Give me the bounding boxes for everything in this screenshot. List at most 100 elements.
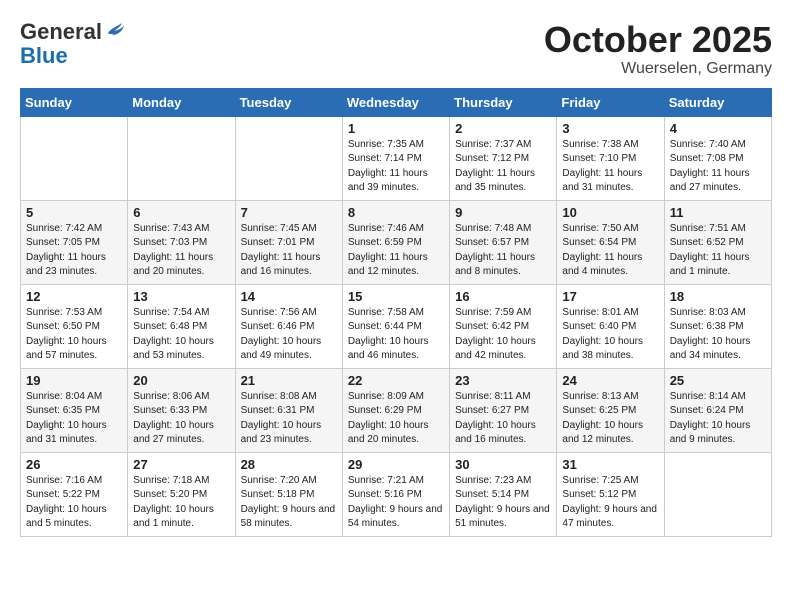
calendar-cell: 11Sunrise: 7:51 AM Sunset: 6:52 PM Dayli…	[664, 200, 771, 284]
day-number: 8	[348, 205, 444, 220]
day-number: 3	[562, 121, 658, 136]
day-info: Sunrise: 8:03 AM Sunset: 6:38 PM Dayligh…	[670, 306, 766, 364]
calendar-cell: 14Sunrise: 7:56 AM Sunset: 6:46 PM Dayli…	[235, 284, 342, 368]
day-info: Sunrise: 7:38 AM Sunset: 7:10 PM Dayligh…	[562, 138, 658, 196]
calendar-cell: 29Sunrise: 7:21 AM Sunset: 5:16 PM Dayli…	[342, 452, 449, 536]
calendar-cell: 30 Sunrise: 7:23 AM Sunset: 5:14 PM Dayli…	[450, 452, 557, 536]
calendar-week-row: 5 Sunrise: 7:42 AM Sunset: 7:05 PM Daylig…	[21, 200, 772, 284]
day-info: Sunrise: 7:54 AM Sunset: 6:48 PM Dayligh…	[133, 306, 229, 364]
calendar-week-row: 1 Sunrise: 7:35 AM Sunset: 7:14 PM Daylig…	[21, 116, 772, 200]
calendar-cell: 7Sunrise: 7:45 AM Sunset: 7:01 PM Daylig…	[235, 200, 342, 284]
day-number: 18	[670, 289, 766, 304]
day-info: Sunrise: 8:06 AM Sunset: 6:33 PM Dayligh…	[133, 390, 229, 448]
day-number: 4	[670, 121, 766, 136]
day-info: Sunrise: 7:16 AM Sunset: 5:22 PM Dayligh…	[26, 474, 122, 532]
day-info: Sunrise: 8:01 AM Sunset: 6:40 PM Dayligh…	[562, 306, 658, 364]
calendar-cell: 24 Sunrise: 8:13 AM Sunset: 6:25 PM Dayli…	[557, 368, 664, 452]
calendar-cell: 10Sunrise: 7:50 AM Sunset: 6:54 PM Dayli…	[557, 200, 664, 284]
calendar-cell: 27Sunrise: 7:18 AM Sunset: 5:20 PM Dayli…	[128, 452, 235, 536]
day-number: 9	[455, 205, 551, 220]
calendar-cell: 15 Sunrise: 7:58 AM Sunset: 6:44 PM Dayli…	[342, 284, 449, 368]
day-number: 21	[241, 373, 337, 388]
calendar-cell: 20 Sunrise: 8:06 AM Sunset: 6:33 PM Dayli…	[128, 368, 235, 452]
title-block: October 2025 Wuerselen, Germany	[544, 20, 772, 78]
calendar-week-row: 19Sunrise: 8:04 AM Sunset: 6:35 PM Dayli…	[21, 368, 772, 452]
day-info: Sunrise: 8:13 AM Sunset: 6:25 PM Dayligh…	[562, 390, 658, 448]
calendar-cell: 18 Sunrise: 8:03 AM Sunset: 6:38 PM Dayli…	[664, 284, 771, 368]
day-info: Sunrise: 7:40 AM Sunset: 7:08 PM Dayligh…	[670, 138, 766, 196]
day-info: Sunrise: 7:46 AM Sunset: 6:59 PM Dayligh…	[348, 222, 444, 280]
calendar-cell: 9 Sunrise: 7:48 AM Sunset: 6:57 PM Daylig…	[450, 200, 557, 284]
day-info: Sunrise: 7:45 AM Sunset: 7:01 PM Dayligh…	[241, 222, 337, 280]
day-info: Sunrise: 8:14 AM Sunset: 6:24 PM Dayligh…	[670, 390, 766, 448]
day-number: 2	[455, 121, 551, 136]
logo-bird-icon	[104, 19, 126, 41]
day-info: Sunrise: 7:35 AM Sunset: 7:14 PM Dayligh…	[348, 138, 444, 196]
day-info: Sunrise: 7:20 AM Sunset: 5:18 PM Dayligh…	[241, 474, 337, 532]
day-number: 23	[455, 373, 551, 388]
day-info: Sunrise: 7:21 AM Sunset: 5:16 PM Dayligh…	[348, 474, 444, 532]
day-info: Sunrise: 8:11 AM Sunset: 6:27 PM Dayligh…	[455, 390, 551, 448]
day-info: Sunrise: 7:37 AM Sunset: 7:12 PM Dayligh…	[455, 138, 551, 196]
day-number: 25	[670, 373, 766, 388]
day-header-tuesday: Tuesday	[235, 88, 342, 116]
calendar-week-row: 26Sunrise: 7:16 AM Sunset: 5:22 PM Dayli…	[21, 452, 772, 536]
day-info: Sunrise: 7:23 AM Sunset: 5:14 PM Dayligh…	[455, 474, 551, 532]
calendar-cell	[128, 116, 235, 200]
location: Wuerselen, Germany	[544, 60, 772, 78]
calendar-week-row: 12Sunrise: 7:53 AM Sunset: 6:50 PM Dayli…	[21, 284, 772, 368]
day-info: Sunrise: 8:08 AM Sunset: 6:31 PM Dayligh…	[241, 390, 337, 448]
day-info: Sunrise: 7:42 AM Sunset: 7:05 PM Dayligh…	[26, 222, 122, 280]
calendar-cell: 23 Sunrise: 8:11 AM Sunset: 6:27 PM Dayli…	[450, 368, 557, 452]
calendar-cell: 31Sunrise: 7:25 AM Sunset: 5:12 PM Dayli…	[557, 452, 664, 536]
calendar-cell: 25 Sunrise: 8:14 AM Sunset: 6:24 PM Dayli…	[664, 368, 771, 452]
day-info: Sunrise: 7:48 AM Sunset: 6:57 PM Dayligh…	[455, 222, 551, 280]
day-number: 5	[26, 205, 122, 220]
day-header-sunday: Sunday	[21, 88, 128, 116]
day-info: Sunrise: 7:56 AM Sunset: 6:46 PM Dayligh…	[241, 306, 337, 364]
day-info: Sunrise: 7:25 AM Sunset: 5:12 PM Dayligh…	[562, 474, 658, 532]
day-number: 6	[133, 205, 229, 220]
calendar-cell: 12Sunrise: 7:53 AM Sunset: 6:50 PM Dayli…	[21, 284, 128, 368]
day-header-thursday: Thursday	[450, 88, 557, 116]
day-number: 20	[133, 373, 229, 388]
day-number: 11	[670, 205, 766, 220]
calendar-header-row: SundayMondayTuesdayWednesdayThursdayFrid…	[21, 88, 772, 116]
day-info: Sunrise: 8:04 AM Sunset: 6:35 PM Dayligh…	[26, 390, 122, 448]
day-header-saturday: Saturday	[664, 88, 771, 116]
day-info: Sunrise: 7:53 AM Sunset: 6:50 PM Dayligh…	[26, 306, 122, 364]
day-number: 1	[348, 121, 444, 136]
day-number: 16	[455, 289, 551, 304]
calendar-cell: 6 Sunrise: 7:43 AM Sunset: 7:03 PM Daylig…	[128, 200, 235, 284]
day-number: 22	[348, 373, 444, 388]
calendar-cell: 5 Sunrise: 7:42 AM Sunset: 7:05 PM Daylig…	[21, 200, 128, 284]
logo-general: General	[20, 20, 102, 44]
day-number: 13	[133, 289, 229, 304]
calendar-cell: 8 Sunrise: 7:46 AM Sunset: 6:59 PM Daylig…	[342, 200, 449, 284]
day-number: 24	[562, 373, 658, 388]
calendar-cell: 4 Sunrise: 7:40 AM Sunset: 7:08 PM Daylig…	[664, 116, 771, 200]
day-number: 30	[455, 457, 551, 472]
calendar-cell	[235, 116, 342, 200]
day-number: 17	[562, 289, 658, 304]
logo: General Blue	[20, 20, 126, 68]
day-header-friday: Friday	[557, 88, 664, 116]
day-info: Sunrise: 7:59 AM Sunset: 6:42 PM Dayligh…	[455, 306, 551, 364]
day-info: Sunrise: 7:58 AM Sunset: 6:44 PM Dayligh…	[348, 306, 444, 364]
day-number: 15	[348, 289, 444, 304]
calendar-cell: 1 Sunrise: 7:35 AM Sunset: 7:14 PM Daylig…	[342, 116, 449, 200]
day-number: 27	[133, 457, 229, 472]
month-title: October 2025	[544, 20, 772, 60]
day-info: Sunrise: 7:50 AM Sunset: 6:54 PM Dayligh…	[562, 222, 658, 280]
logo-blue: Blue	[20, 44, 68, 68]
calendar-cell: 16 Sunrise: 7:59 AM Sunset: 6:42 PM Dayli…	[450, 284, 557, 368]
calendar-cell: 19Sunrise: 8:04 AM Sunset: 6:35 PM Dayli…	[21, 368, 128, 452]
calendar-cell: 26Sunrise: 7:16 AM Sunset: 5:22 PM Dayli…	[21, 452, 128, 536]
day-info: Sunrise: 7:43 AM Sunset: 7:03 PM Dayligh…	[133, 222, 229, 280]
calendar-table: SundayMondayTuesdayWednesdayThursdayFrid…	[20, 88, 772, 537]
calendar-cell: 2 Sunrise: 7:37 AM Sunset: 7:12 PM Daylig…	[450, 116, 557, 200]
page-header: General Blue October 2025 Wuerselen, Ger…	[20, 20, 772, 78]
day-header-wednesday: Wednesday	[342, 88, 449, 116]
calendar-cell: 13 Sunrise: 7:54 AM Sunset: 6:48 PM Dayli…	[128, 284, 235, 368]
calendar-cell	[664, 452, 771, 536]
